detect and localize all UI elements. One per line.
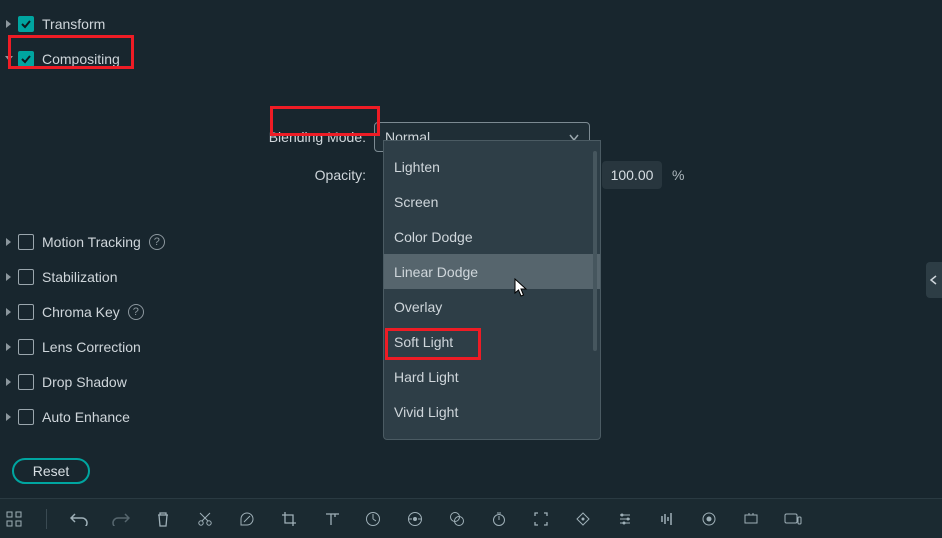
divider xyxy=(46,509,47,529)
crop-icon[interactable] xyxy=(279,509,299,529)
tag-icon[interactable] xyxy=(237,509,257,529)
prop-label: Chroma Key xyxy=(42,304,120,320)
fullscreen-icon[interactable] xyxy=(531,509,551,529)
opacity-label: Opacity: xyxy=(0,167,374,183)
speed-icon[interactable] xyxy=(363,509,383,529)
checkbox[interactable] xyxy=(18,374,34,390)
scrollbar[interactable] xyxy=(593,151,597,351)
dropdown-item-linear-dodge[interactable]: Linear Dodge xyxy=(384,254,600,289)
prop-label: Stabilization xyxy=(42,269,118,285)
reset-button[interactable]: Reset xyxy=(12,458,90,484)
color-icon[interactable] xyxy=(447,509,467,529)
dropdown-item-overlay[interactable]: Overlay xyxy=(384,289,600,324)
prop-compositing[interactable]: Compositing xyxy=(0,41,942,76)
caret-right-icon xyxy=(2,375,16,389)
checkbox[interactable] xyxy=(18,234,34,250)
mask-icon[interactable] xyxy=(573,509,593,529)
checkbox-transform[interactable] xyxy=(18,16,34,32)
prop-label: Auto Enhance xyxy=(42,409,130,425)
checkbox-compositing[interactable] xyxy=(18,51,34,67)
dropdown-item-lighten[interactable]: Lighten xyxy=(384,149,600,184)
help-icon[interactable]: ? xyxy=(128,304,144,320)
keyframe-icon[interactable] xyxy=(405,509,425,529)
redo-icon[interactable] xyxy=(111,509,131,529)
device-icon[interactable] xyxy=(783,509,803,529)
dropdown-item-soft-light[interactable]: Soft Light xyxy=(384,324,600,359)
checkbox[interactable] xyxy=(18,339,34,355)
blending-mode-dropdown[interactable]: LightenScreenColor DodgeLinear DodgeOver… xyxy=(383,140,601,440)
caret-right-icon xyxy=(2,410,16,424)
duration-icon[interactable] xyxy=(489,509,509,529)
dropdown-item-color-dodge[interactable]: Color Dodge xyxy=(384,219,600,254)
dropdown-item-hard-light[interactable]: Hard Light xyxy=(384,359,600,394)
presets-icon[interactable] xyxy=(4,509,24,529)
dropdown-item-vivid-light[interactable]: Vivid Light xyxy=(384,394,600,429)
percent-symbol: % xyxy=(672,167,684,183)
dropdown-item-screen[interactable]: Screen xyxy=(384,184,600,219)
prop-transform[interactable]: Transform xyxy=(0,6,942,41)
opacity-value[interactable]: 100.00 xyxy=(602,161,662,189)
checkbox[interactable] xyxy=(18,409,34,425)
export-icon[interactable] xyxy=(741,509,761,529)
text-icon[interactable] xyxy=(321,509,341,529)
prop-label: Transform xyxy=(42,16,105,32)
bottom-toolbar xyxy=(0,498,942,538)
caret-right-icon xyxy=(2,270,16,284)
caret-right-icon xyxy=(2,235,16,249)
prop-label: Motion Tracking xyxy=(42,234,141,250)
help-icon[interactable]: ? xyxy=(149,234,165,250)
audio-icon[interactable] xyxy=(657,509,677,529)
blending-mode-label: Blending Mode: xyxy=(0,129,374,145)
caret-right-icon xyxy=(2,17,16,31)
prop-label: Drop Shadow xyxy=(42,374,127,390)
prop-label: Lens Correction xyxy=(42,339,141,355)
cut-icon[interactable] xyxy=(195,509,215,529)
adjust-icon[interactable] xyxy=(615,509,635,529)
delete-icon[interactable] xyxy=(153,509,173,529)
checkbox[interactable] xyxy=(18,269,34,285)
record-icon[interactable] xyxy=(699,509,719,529)
caret-right-icon xyxy=(2,305,16,319)
checkbox[interactable] xyxy=(18,304,34,320)
caret-down-icon xyxy=(2,52,16,66)
caret-right-icon xyxy=(2,340,16,354)
undo-icon[interactable] xyxy=(69,509,89,529)
prop-label: Compositing xyxy=(42,51,120,67)
panel-collapse-handle[interactable] xyxy=(926,262,942,298)
